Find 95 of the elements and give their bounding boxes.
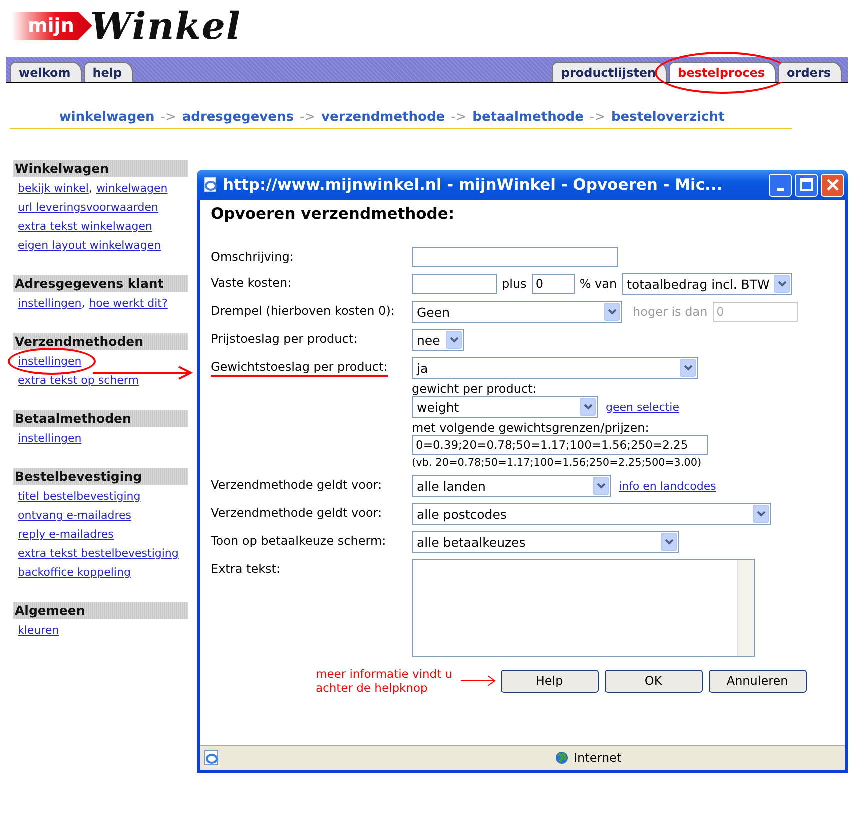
dropdown-field[interactable]: totaalbedrag incl. BTW [622,273,792,295]
window-title: http://www.mijnwinkel.nl - mijnWinkel - Opvoeren - Mic... [223,176,724,194]
zone-label: Internet [574,751,622,765]
text-field[interactable] [412,274,497,294]
sub-label: gewicht per product: [412,382,538,396]
pointer-arrow [460,675,497,687]
logo-badge: mijn [12,12,92,40]
comma: , [88,182,92,195]
info-link[interactable]: info en landcodes [619,480,716,492]
sidebar-link[interactable]: instellingen [18,297,82,310]
sidebar-link[interactable]: extra tekst winkelwagen [18,220,152,233]
nav-tab[interactable]: productlijsten [552,62,668,82]
section-heading: Bestelbevestiging [13,468,188,485]
section-heading: Verzendmethoden [13,333,188,350]
dialog-button[interactable]: Help [500,670,599,692]
nav-tab[interactable]: orders [778,62,842,82]
sidebar-link[interactable]: winkelwagen [96,182,168,195]
field-label: Gewichtstoeslag per product: [211,360,388,377]
dialog-button[interactable]: OK [604,670,703,692]
sidebar-link[interactable]: bekijk winkel [18,182,89,195]
dropdown-field[interactable]: alle betaalkeuzes [412,531,679,553]
maximize-button[interactable] [795,174,818,196]
sidebar-link[interactable]: hoe werkt dit? [89,297,168,310]
annotation-note: meer informatie vindt u achter de helpknop [316,667,453,695]
sidebar-link[interactable]: ontvang e-mailadres [18,509,132,522]
dropdown-field[interactable]: alle postcodes [412,503,771,525]
comma: , [82,297,86,310]
text-area[interactable] [412,559,755,657]
breadcrumb-separator: -> [451,110,467,125]
field-label: Drempel (hierboven kosten 0): [211,304,395,318]
nav-tab[interactable]: bestelproces [669,62,776,82]
breadcrumb-separator: -> [590,110,606,125]
form-heading: Opvoeren verzendmethode: [211,205,456,223]
globe-icon [555,751,569,765]
breadcrumb-link[interactable]: betaalmethode [472,110,584,125]
chevron-icon [680,359,696,377]
dropdown-field[interactable]: alle landen [412,475,611,497]
breadcrumb-link[interactable]: verzendmethode [322,110,446,125]
chevron-icon [661,533,677,551]
nav-tab[interactable]: welkom [10,62,82,82]
field-label: Toon op betaalkeuze scherm: [211,534,386,548]
field-label: Extra tekst: [211,562,281,576]
dialog-button[interactable]: Annuleren [708,670,807,692]
clear-selection-link[interactable]: geen selectie [606,400,680,414]
field-label: Verzendmethode geldt voor: [211,506,382,520]
field-label: Omschrijving: [211,250,294,264]
logo-wordmark: Winkel [90,4,242,48]
breadcrumb-link[interactable]: winkelwagen [59,110,155,125]
sidebar-link[interactable]: kleuren [18,624,60,637]
breadcrumb-link[interactable]: adresgegevens [182,110,294,125]
chevron-icon [753,505,769,523]
chevron-icon [604,303,620,321]
sidebar-link[interactable]: titel bestelbevestiging [18,490,141,503]
chevron-icon [593,477,609,495]
nav-tab[interactable]: help [84,62,134,82]
sidebar-link[interactable]: eigen layout winkelwagen [18,239,162,252]
section-heading: Winkelwagen [13,160,188,177]
plus-label: plus [502,277,527,291]
section-heading: Algemeen [13,602,188,619]
sidebar-link[interactable]: instellingen [18,355,82,368]
chevron-icon [580,398,596,416]
text-field[interactable]: 0=0.39;20=0.78;50=1.17;100=1.56;250=2.25 [412,435,708,455]
page-icon [204,750,220,766]
minimize-icon [777,188,784,190]
threshold-label: hoger is dan [633,305,708,319]
text-field[interactable] [412,247,618,267]
chevron-icon [446,331,462,349]
breadcrumb-separator: -> [160,110,176,125]
field-label: Prijstoeslag per product: [211,332,358,346]
sidebar-link[interactable]: instellingen [18,432,82,445]
percent-of-label: % van [580,277,618,291]
sidebar-link[interactable]: backoffice koppeling [18,566,131,579]
breadcrumb-separator: -> [300,110,316,125]
dropdown-field[interactable]: weight [412,396,598,418]
section-heading: Betaalmethoden [13,410,188,427]
sub-label: met volgende gewichtsgrenzen/prijzen: [412,421,650,435]
sidebar-link[interactable]: extra tekst op scherm [18,374,139,387]
breadcrumb-link[interactable]: besteloverzicht [612,110,725,125]
dropdown-field[interactable]: nee [412,329,464,351]
chevron-icon [774,275,790,293]
sidebar-link[interactable]: url leveringsvoorwaarden [18,201,158,214]
close-icon [826,178,840,192]
dropdown-field[interactable]: ja [412,357,698,379]
sidebar-link[interactable]: reply e-mailadres [18,528,114,541]
minimize-button[interactable] [769,174,792,196]
section-heading: Adresgegevens klant [13,275,188,292]
page-icon [204,177,218,193]
example-text: (vb. 20=0.78;50=1.17;100=1.56;250=2.25;500=3.00) [412,457,703,469]
percent-field[interactable]: 0 [532,274,575,294]
field-label: Verzendmethode geldt voor: [211,478,382,492]
dropdown-field[interactable]: Geen [412,301,622,323]
field-label: Vaste kosten: [211,276,292,290]
close-button[interactable] [821,174,844,196]
maximize-icon [800,178,814,192]
sidebar-link[interactable]: extra tekst bestelbevestiging [18,547,179,560]
